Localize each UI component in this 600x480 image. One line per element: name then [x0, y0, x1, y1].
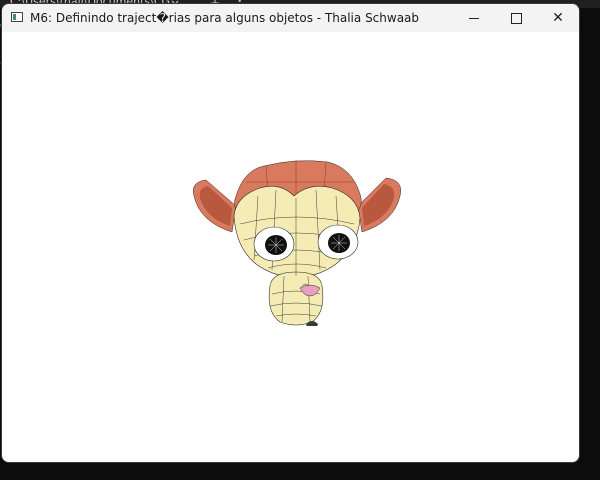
- maximize-button[interactable]: [495, 4, 537, 32]
- app-window: M6: Definindo traject�rias para alguns o…: [2, 4, 579, 462]
- minimize-button[interactable]: [453, 4, 495, 32]
- window-title: M6: Definindo traject�rias para alguns o…: [30, 11, 420, 25]
- close-icon: ✕: [552, 10, 564, 26]
- title-bar[interactable]: M6: Definindo traject�rias para alguns o…: [2, 4, 579, 32]
- muzzle: [268, 271, 324, 326]
- minimize-icon: [469, 17, 479, 19]
- app-window-icon: [11, 12, 23, 22]
- render-canvas[interactable]: [2, 32, 579, 462]
- close-button[interactable]: ✕: [537, 4, 579, 32]
- maximize-icon: [510, 12, 522, 24]
- monkey-head-model: [193, 160, 401, 326]
